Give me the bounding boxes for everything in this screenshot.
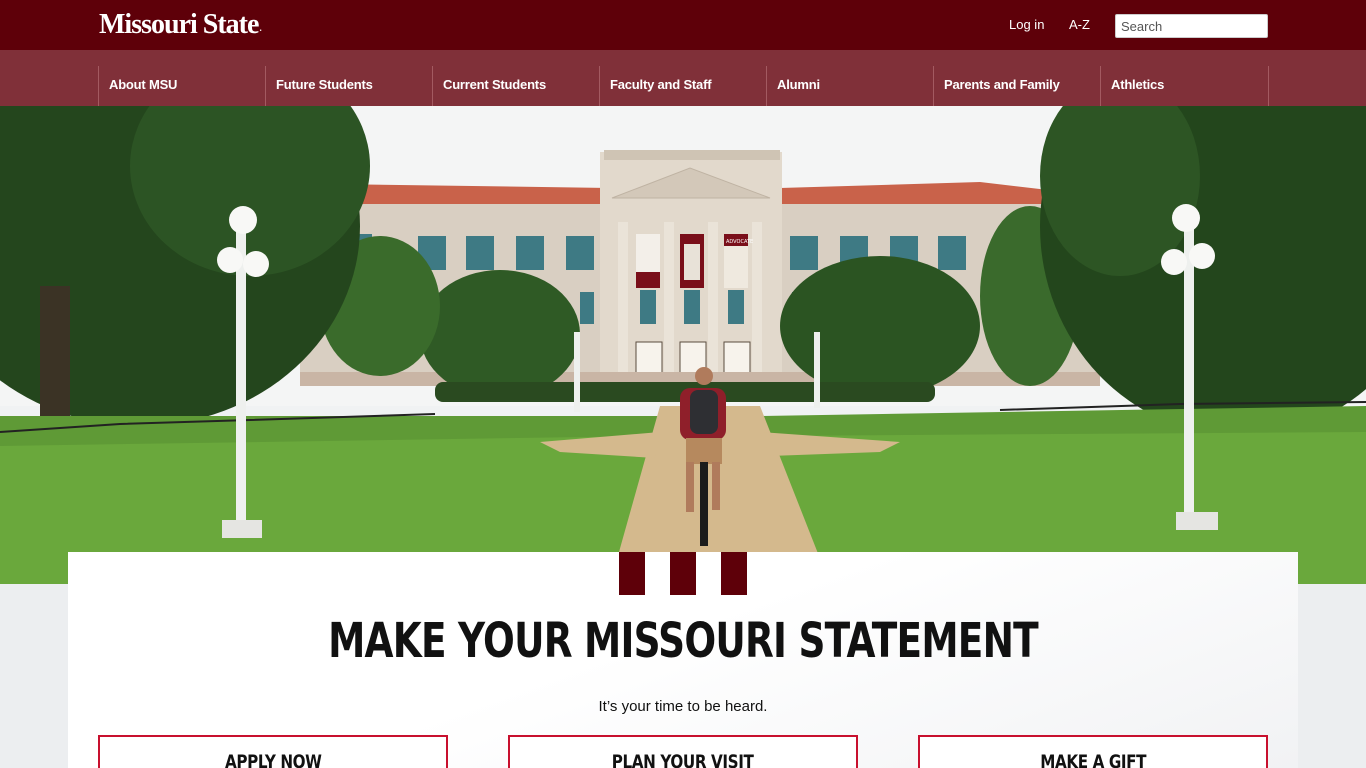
nav-item-future-students[interactable]: Future Students <box>265 66 432 106</box>
stripe-decoration <box>619 552 645 595</box>
nav-item-about-msu[interactable]: About MSU <box>98 66 265 106</box>
campus-scene: ADVOCATE <box>0 106 1366 584</box>
nav-item-alumni[interactable]: Alumni <box>766 66 933 106</box>
hero-image: ADVOCATE <box>0 106 1366 584</box>
nav-item-parents-and-family[interactable]: Parents and Family <box>933 66 1100 106</box>
logo-mark: . <box>259 23 262 33</box>
logo-text: Missouri State <box>99 9 259 40</box>
apply-now-button[interactable]: APPLY NOW <box>98 735 448 768</box>
stripe-decoration <box>670 552 696 595</box>
nav-divider <box>1268 66 1269 106</box>
banner-text: ADVOCATE <box>726 239 753 245</box>
search-input[interactable] <box>1115 14 1268 38</box>
apply-now-label: APPLY NOW <box>224 751 322 768</box>
a-z-link[interactable]: A-Z <box>1069 17 1090 32</box>
main-nav: About MSU Future Students Current Studen… <box>0 50 1366 106</box>
page-headline: MAKE YOUR MISSOURI STATEMENT <box>328 613 1039 669</box>
nav-item-faculty-and-staff[interactable]: Faculty and Staff <box>599 66 766 106</box>
stripe-decoration <box>721 552 747 595</box>
login-link[interactable]: Log in <box>1009 17 1044 32</box>
make-a-gift-label: MAKE A GIFT <box>1040 751 1146 768</box>
site-logo[interactable]: Missouri State. <box>99 8 262 47</box>
make-a-gift-button[interactable]: MAKE A GIFT <box>918 735 1268 768</box>
tagline: It’s your time to be heard. <box>598 698 768 715</box>
plan-your-visit-label: PLAN YOUR VISIT <box>612 751 754 768</box>
top-bar: Missouri State. Log in A-Z <box>0 0 1366 50</box>
plan-your-visit-button[interactable]: PLAN YOUR VISIT <box>508 735 858 768</box>
nav-item-current-students[interactable]: Current Students <box>432 66 599 106</box>
nav-item-athletics[interactable]: Athletics <box>1100 66 1268 106</box>
